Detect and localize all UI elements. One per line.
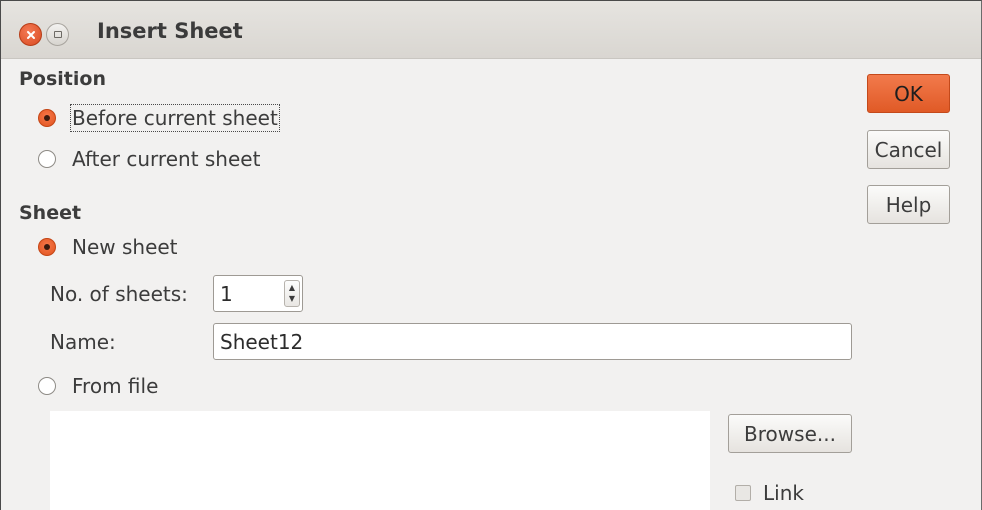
close-icon[interactable]: [19, 23, 42, 46]
name-label: Name:: [50, 330, 116, 354]
radio-selected-icon[interactable]: [38, 238, 56, 256]
link-option[interactable]: Link: [735, 481, 804, 505]
maximize-icon[interactable]: [46, 23, 69, 46]
radio-unselected-icon[interactable]: [38, 150, 56, 168]
sheet-heading: Sheet: [19, 202, 82, 224]
spin-up-icon[interactable]: ▲: [289, 284, 295, 292]
new-sheet-option[interactable]: New sheet: [38, 235, 178, 259]
insert-sheet-dialog: Insert Sheet Position Before current she…: [0, 0, 982, 510]
num-sheets-label: No. of sheets:: [50, 282, 188, 306]
radio-unselected-icon[interactable]: [38, 377, 56, 395]
spin-buttons[interactable]: ▲ ▼: [284, 280, 300, 307]
title-bar: Insert Sheet: [1, 1, 981, 59]
name-input[interactable]: Sheet12: [213, 323, 852, 360]
link-label: Link: [763, 481, 804, 505]
dialog-title: Insert Sheet: [97, 19, 243, 43]
from-file-label: From file: [72, 374, 159, 398]
num-sheets-value[interactable]: 1: [220, 282, 233, 306]
link-checkbox[interactable]: [735, 485, 751, 501]
name-input-value[interactable]: Sheet12: [220, 330, 303, 354]
help-button[interactable]: Help: [867, 185, 950, 224]
new-sheet-label: New sheet: [72, 235, 178, 259]
position-heading: Position: [19, 68, 106, 90]
radio-selected-icon[interactable]: [38, 109, 56, 127]
num-sheets-stepper[interactable]: 1 ▲ ▼: [213, 275, 303, 312]
spin-down-icon[interactable]: ▼: [289, 295, 295, 303]
after-current-sheet-option[interactable]: After current sheet: [38, 147, 260, 171]
file-sheet-list[interactable]: [50, 411, 710, 510]
before-current-sheet-label: Before current sheet: [70, 104, 280, 132]
after-current-sheet-label: After current sheet: [72, 147, 261, 171]
from-file-option[interactable]: From file: [38, 374, 158, 398]
ok-button[interactable]: OK: [867, 74, 950, 113]
cancel-button[interactable]: Cancel: [867, 130, 950, 169]
browse-button[interactable]: Browse...: [728, 414, 852, 453]
before-current-sheet-option[interactable]: Before current sheet: [38, 104, 280, 132]
